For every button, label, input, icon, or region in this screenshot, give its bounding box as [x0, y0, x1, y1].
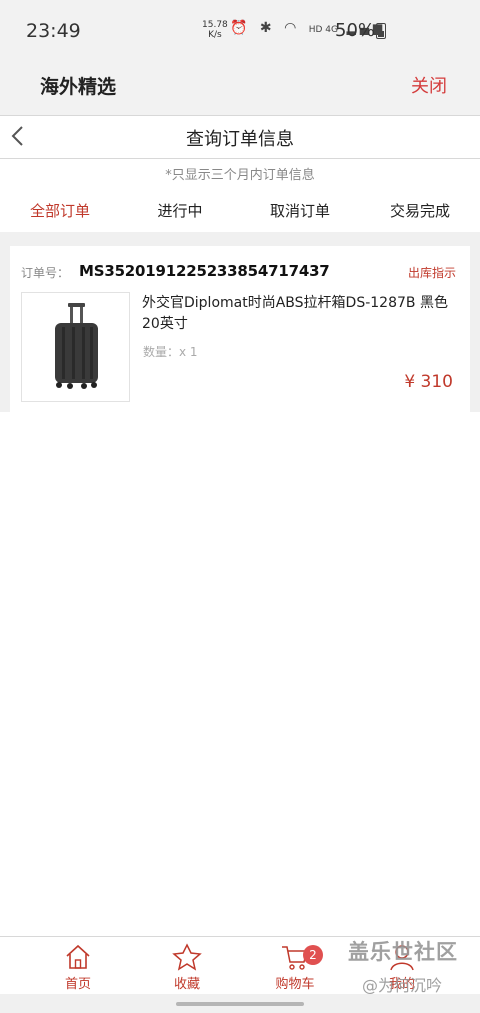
bluetooth-icon: ✱ [259, 20, 276, 36]
network-speed-unit: K/s [208, 30, 222, 40]
battery-icon [376, 23, 386, 39]
order-card[interactable]: 订单号： MS35201912252338547174​37 出库指示 外交官D… [10, 246, 470, 412]
order-number: MS35201912252338547174​37 [79, 262, 330, 280]
network-label: HD 4G [308, 25, 339, 35]
cart-count-badge: 2 [303, 945, 323, 965]
watermark-user: @为何沉吟 [362, 976, 443, 995]
tab-all-orders[interactable]: 全部订单 [0, 200, 120, 221]
nav-favorites-label: 收藏 [173, 977, 200, 992]
tab-completed[interactable]: 交易完成 [360, 200, 480, 221]
app-title: 海外精选 [40, 76, 117, 98]
product-quantity: 数量：x 1 [143, 345, 198, 359]
status-bar: 23:49 15.78 K/s ⏰ ✱ ◠ HD 4G ▂▄▆ 50% [0, 0, 480, 62]
tab-cancelled[interactable]: 取消订单 [240, 200, 360, 221]
notice-text: *只显示三个月内订单信息 [165, 168, 315, 183]
gesture-area [0, 994, 480, 1013]
close-button[interactable]: 关闭 [411, 72, 447, 98]
page-title: 查询订单信息 [186, 129, 294, 150]
product-price: ¥ 310 [404, 372, 453, 392]
order-number-label: 订单号： [21, 266, 70, 280]
shipping-instruction-link[interactable]: 出库指示 [408, 264, 456, 281]
nav-cart[interactable]: 购物车 2 [255, 943, 335, 992]
nav-home-label: 首页 [64, 977, 91, 992]
page-header: 查询订单信息 [0, 116, 480, 159]
network-speed-value: 15.78 [202, 20, 228, 30]
star-icon [172, 943, 202, 971]
app-bar: 海外精选 关闭 [0, 62, 480, 116]
battery-percent: 50% [335, 20, 376, 41]
wifi-icon: ◠ [284, 20, 301, 36]
watermark-community: 盖乐世社区 [348, 940, 458, 964]
tab-in-progress[interactable]: 进行中 [120, 200, 240, 221]
nav-favorites[interactable]: 收藏 [147, 943, 227, 992]
nav-home[interactable]: 首页 [38, 943, 118, 992]
network-speed: 15.78 K/s [202, 20, 228, 40]
watermark: 盖乐世社区 @为何沉吟 [348, 936, 458, 996]
order-tabs: 全部订单 进行中 取消订单 交易完成 [0, 196, 480, 226]
alarm-icon: ⏰ [230, 20, 252, 36]
gesture-handle[interactable] [176, 1002, 304, 1006]
status-time: 23:49 [26, 20, 81, 42]
product-name[interactable]: 外交官Diplomat时尚ABS拉杆箱DS-1287B 黑色 20英寸 [142, 293, 462, 335]
home-icon [66, 944, 90, 969]
nav-cart-label: 购物车 [275, 977, 315, 992]
product-image[interactable] [21, 292, 130, 402]
suitcase-image [55, 303, 98, 389]
